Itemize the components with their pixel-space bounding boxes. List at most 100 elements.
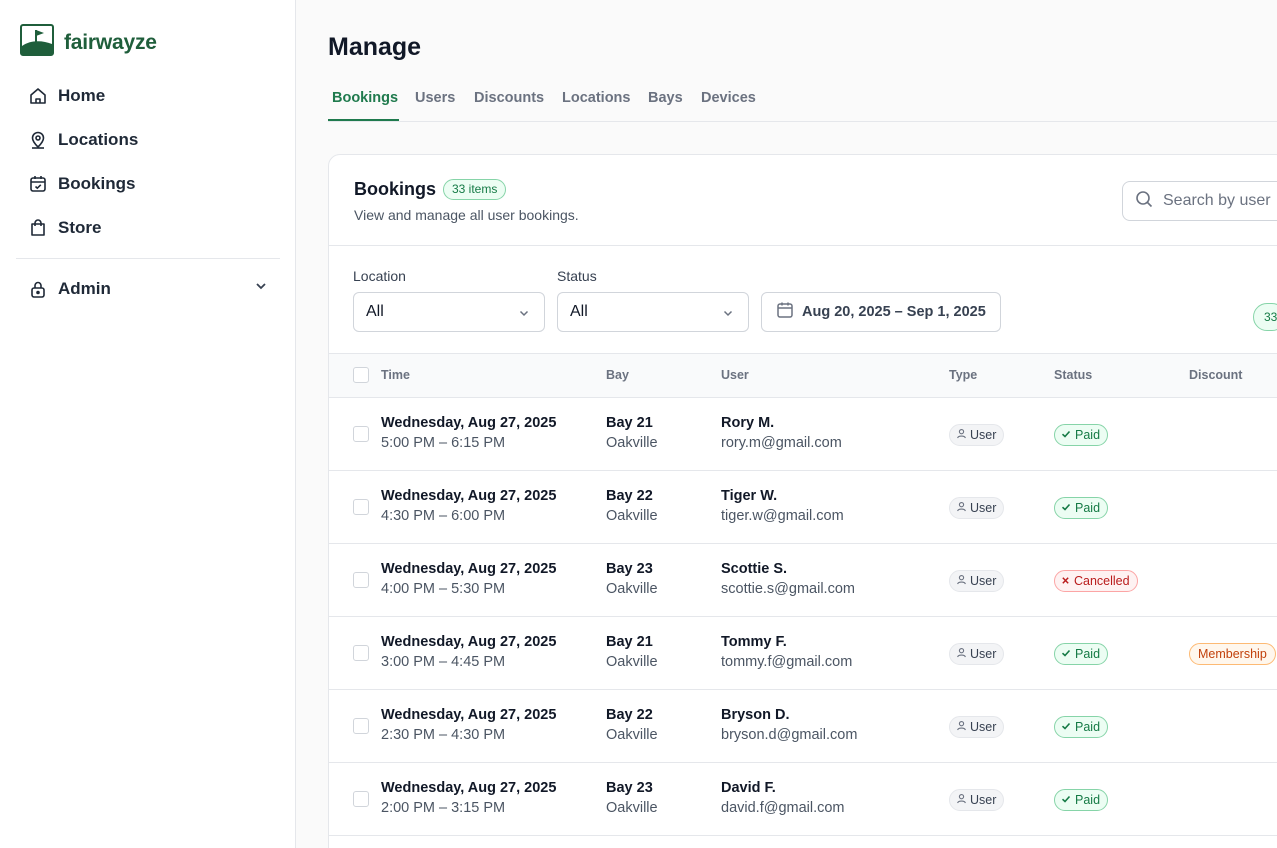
tab-bookings[interactable]: Bookings bbox=[332, 90, 398, 106]
user-icon bbox=[956, 647, 967, 661]
bookings-card: Bookings 33 items View and manage all us… bbox=[328, 154, 1277, 848]
table-row[interactable]: Wednesday, Aug 27, 2025 4:00 PM – 5:30 P… bbox=[329, 544, 1277, 617]
bay-name: Bay 21 bbox=[606, 415, 653, 431]
row-checkbox[interactable] bbox=[353, 645, 369, 661]
sidebar-item-label: Home bbox=[58, 86, 106, 105]
booking-date: Wednesday, Aug 27, 2025 bbox=[381, 415, 557, 431]
tab-users[interactable]: Users bbox=[415, 90, 455, 106]
type-badge: User bbox=[949, 497, 1005, 519]
user-email: bryson.d@gmail.com bbox=[721, 727, 858, 743]
chevron-down-icon bbox=[518, 306, 530, 324]
sidebar-item-locations[interactable]: Locations bbox=[28, 128, 268, 152]
type-label: User bbox=[970, 647, 997, 661]
status-label: Paid bbox=[1075, 428, 1101, 442]
status-label: Cancelled bbox=[1074, 574, 1130, 588]
status-label: Paid bbox=[1075, 720, 1101, 734]
sidebar-item-admin[interactable]: Admin bbox=[28, 277, 268, 301]
date-range-picker[interactable]: Aug 20, 2025 – Sep 1, 2025 bbox=[761, 292, 1001, 332]
header-divider bbox=[329, 245, 1277, 246]
select-all-checkbox[interactable] bbox=[353, 367, 369, 383]
status-select[interactable]: All bbox=[557, 292, 749, 332]
user-name: Tiger W. bbox=[721, 488, 778, 504]
table-header: Time Bay User Type Status Discount bbox=[329, 353, 1277, 398]
column-header-status[interactable]: Status bbox=[1054, 368, 1092, 382]
discount-badge: Membership bbox=[1189, 643, 1276, 665]
status-badge: Paid bbox=[1054, 643, 1109, 665]
booking-time: 3:00 PM – 4:45 PM bbox=[381, 654, 506, 670]
tab-bays[interactable]: Bays bbox=[648, 90, 683, 106]
tab-discounts[interactable]: Discounts bbox=[474, 90, 544, 106]
user-icon bbox=[956, 793, 967, 807]
column-header-user[interactable]: User bbox=[721, 368, 749, 382]
user-email: tiger.w@gmail.com bbox=[721, 508, 844, 524]
sidebar-item-label: Bookings bbox=[58, 174, 136, 193]
status-badge: Paid bbox=[1054, 497, 1109, 519]
brand[interactable]: fairwayze bbox=[20, 24, 157, 61]
brand-name: fairwayze bbox=[64, 30, 157, 54]
status-badge: Paid bbox=[1054, 716, 1109, 738]
sidebar-item-store[interactable]: Store bbox=[28, 216, 268, 240]
table-row[interactable]: Wednesday, Aug 27, 2025 4:30 PM – 6:00 P… bbox=[329, 471, 1277, 544]
bay-name: Bay 22 bbox=[606, 707, 653, 723]
column-header-bay[interactable]: Bay bbox=[606, 368, 629, 382]
row-checkbox[interactable] bbox=[353, 718, 369, 734]
row-checkbox[interactable] bbox=[353, 791, 369, 807]
tab-devices[interactable]: Devices bbox=[701, 90, 756, 106]
location-select[interactable]: All bbox=[353, 292, 545, 332]
booking-time: 4:30 PM – 6:00 PM bbox=[381, 508, 506, 524]
row-checkbox[interactable] bbox=[353, 426, 369, 442]
column-header-discount[interactable]: Discount bbox=[1189, 368, 1242, 382]
type-label: User bbox=[970, 720, 997, 734]
active-tab-indicator bbox=[328, 119, 399, 121]
chevron-down-icon[interactable] bbox=[254, 279, 268, 298]
user-icon bbox=[956, 574, 967, 588]
user-email: david.f@gmail.com bbox=[721, 800, 845, 816]
search-box[interactable] bbox=[1122, 181, 1277, 221]
booking-date: Wednesday, Aug 27, 2025 bbox=[381, 561, 557, 577]
tab-bar: Bookings Users Discounts Locations Bays … bbox=[328, 78, 1277, 122]
bay-name: Bay 22 bbox=[606, 488, 653, 504]
check-icon bbox=[1061, 647, 1071, 661]
shopping-bag-icon bbox=[28, 218, 48, 238]
row-checkbox[interactable] bbox=[353, 499, 369, 515]
table-row[interactable]: Wednesday, Aug 27, 2025 2:00 PM – 3:15 P… bbox=[329, 763, 1277, 836]
table-row[interactable]: Wednesday, Aug 27, 2025 3:00 PM – 4:45 P… bbox=[329, 617, 1277, 690]
status-filter-label: Status bbox=[557, 268, 597, 284]
booking-date: Wednesday, Aug 27, 2025 bbox=[381, 488, 557, 504]
status-label: Paid bbox=[1075, 793, 1101, 807]
check-icon bbox=[1061, 720, 1071, 734]
user-name: Rory M. bbox=[721, 415, 775, 431]
tab-locations[interactable]: Locations bbox=[562, 90, 630, 106]
x-icon bbox=[1061, 574, 1070, 588]
lock-icon bbox=[28, 279, 48, 299]
calendar-check-icon bbox=[28, 174, 48, 194]
status-badge: Paid bbox=[1054, 789, 1109, 811]
booking-time: 5:00 PM – 6:15 PM bbox=[381, 435, 506, 451]
user-email: rory.m@gmail.com bbox=[721, 435, 842, 451]
user-name: Bryson D. bbox=[721, 707, 790, 723]
bay-name: Bay 23 bbox=[606, 780, 653, 796]
column-header-time[interactable]: Time bbox=[381, 368, 410, 382]
booking-time: 4:00 PM – 5:30 PM bbox=[381, 581, 506, 597]
search-input[interactable] bbox=[1163, 192, 1277, 210]
location-select-value: All bbox=[366, 303, 384, 320]
table-row[interactable]: Wednesday, Aug 27, 2025 2:30 PM – 4:30 P… bbox=[329, 690, 1277, 763]
table-row[interactable]: Wednesday, Aug 27, 2025 5:00 PM – 6:15 P… bbox=[329, 398, 1277, 471]
column-header-type[interactable]: Type bbox=[949, 368, 977, 382]
search-icon bbox=[1135, 190, 1153, 213]
map-pin-icon bbox=[28, 130, 48, 150]
page-title: Manage bbox=[328, 33, 422, 61]
sidebar-item-bookings[interactable]: Bookings bbox=[28, 172, 268, 196]
type-badge: User bbox=[949, 570, 1005, 592]
sidebar-item-label: Store bbox=[58, 218, 102, 237]
row-checkbox[interactable] bbox=[353, 572, 369, 588]
sidebar-divider bbox=[16, 258, 280, 259]
status-label: Paid bbox=[1075, 647, 1101, 661]
user-name: David F. bbox=[721, 780, 776, 796]
flag-logo-icon bbox=[20, 24, 54, 61]
card-subtitle: View and manage all user bookings. bbox=[354, 207, 579, 223]
bay-location: Oakville bbox=[606, 435, 658, 451]
type-label: User bbox=[970, 501, 997, 515]
type-badge: User bbox=[949, 789, 1005, 811]
sidebar-item-home[interactable]: Home bbox=[28, 84, 268, 108]
